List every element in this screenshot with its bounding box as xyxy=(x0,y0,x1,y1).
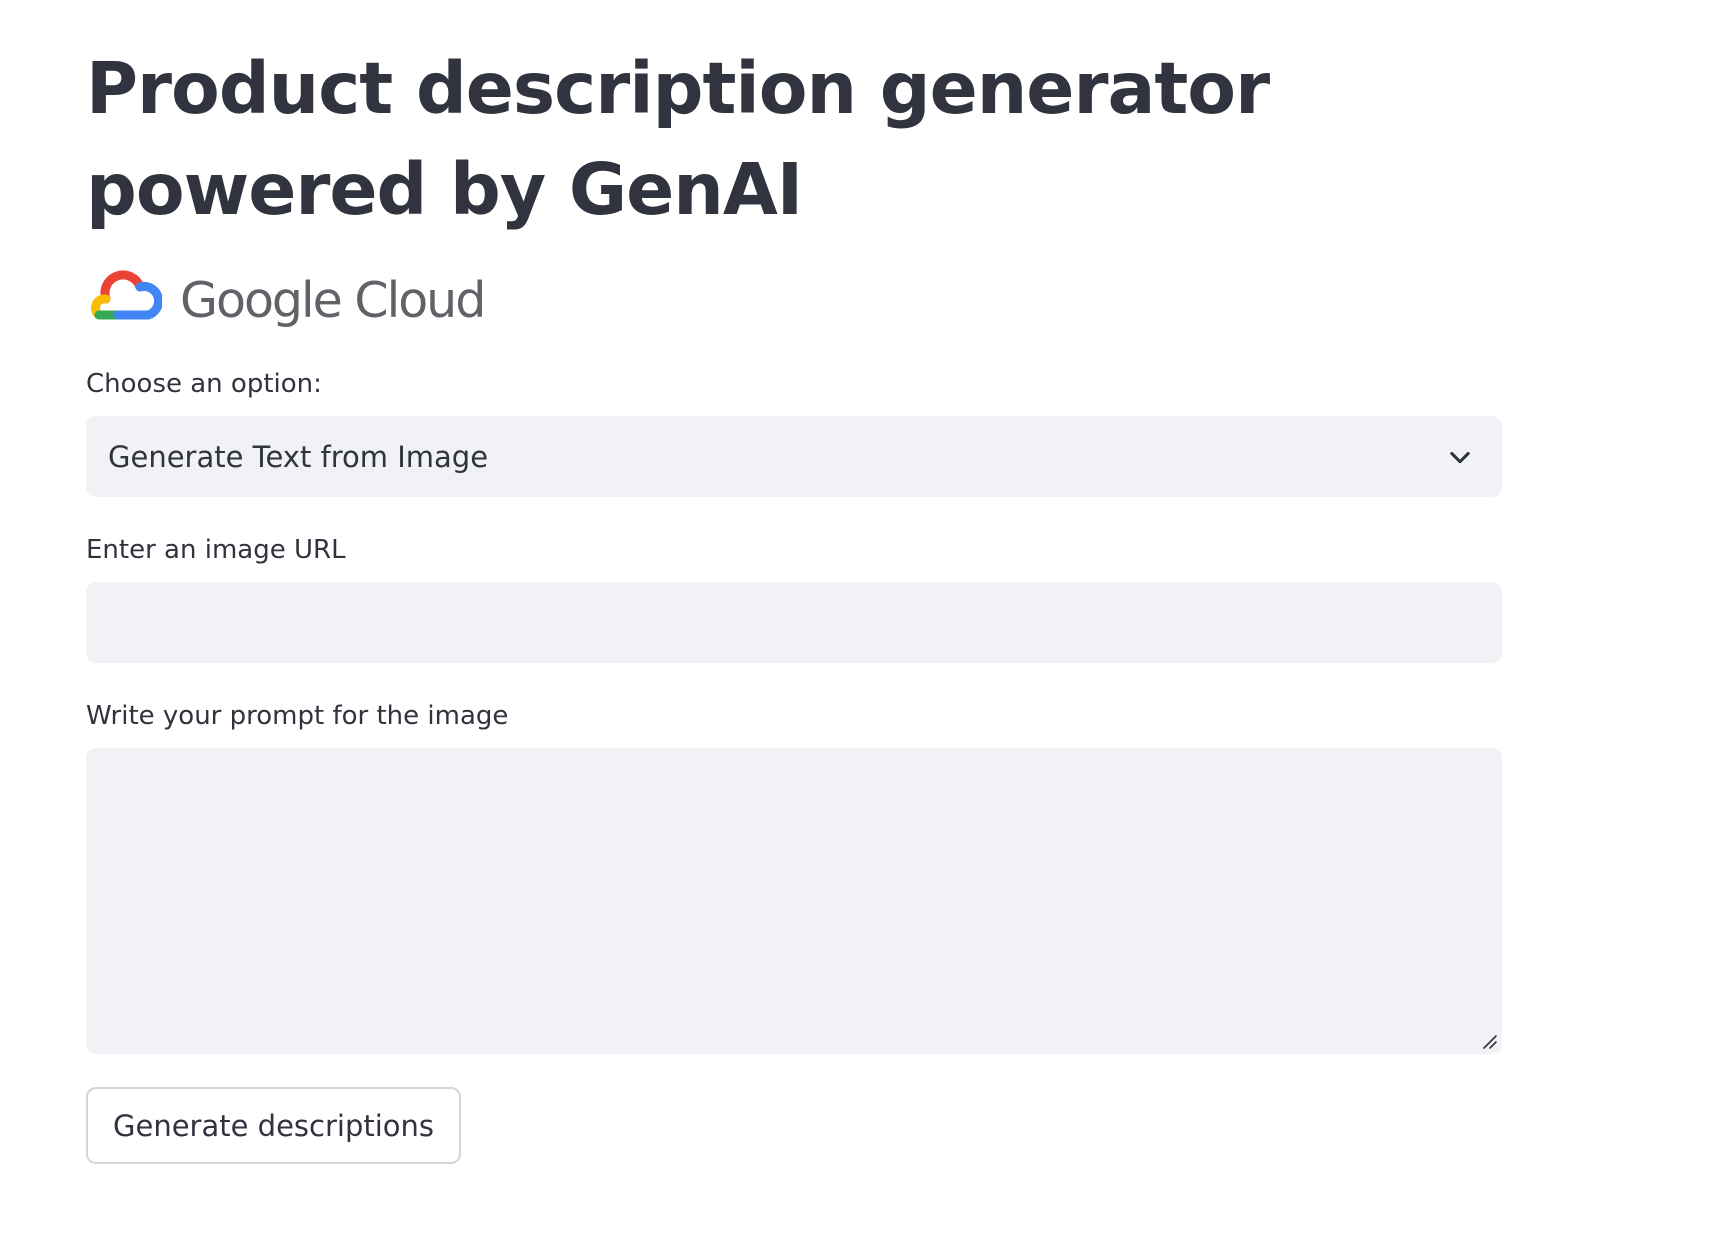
page-title: Product description generator powered by… xyxy=(86,47,1270,231)
resize-handle-icon[interactable] xyxy=(1480,1032,1498,1050)
option-select-label: Choose an option: xyxy=(86,369,322,399)
image-url-input[interactable] xyxy=(86,582,1502,663)
prompt-textarea[interactable] xyxy=(86,748,1502,1054)
option-select[interactable]: Generate Text from Image xyxy=(86,416,1502,497)
option-select-value: Generate Text from Image xyxy=(108,439,489,474)
generate-descriptions-button[interactable]: Generate descriptions xyxy=(86,1087,462,1164)
chevron-down-icon[interactable] xyxy=(1446,443,1474,471)
google-cloud-logo: Google Cloud xyxy=(86,269,1502,331)
google-cloud-icon xyxy=(91,270,162,320)
image-url-label: Enter an image URL xyxy=(86,535,346,565)
main-content: Product description generator powered by… xyxy=(86,0,1502,1164)
app-page: Product description generator powered by… xyxy=(0,0,1718,1238)
prompt-textarea-wrapper xyxy=(86,748,1502,1054)
prompt-label: Write your prompt for the image xyxy=(86,701,509,731)
logo-text: Google Cloud xyxy=(180,271,486,329)
